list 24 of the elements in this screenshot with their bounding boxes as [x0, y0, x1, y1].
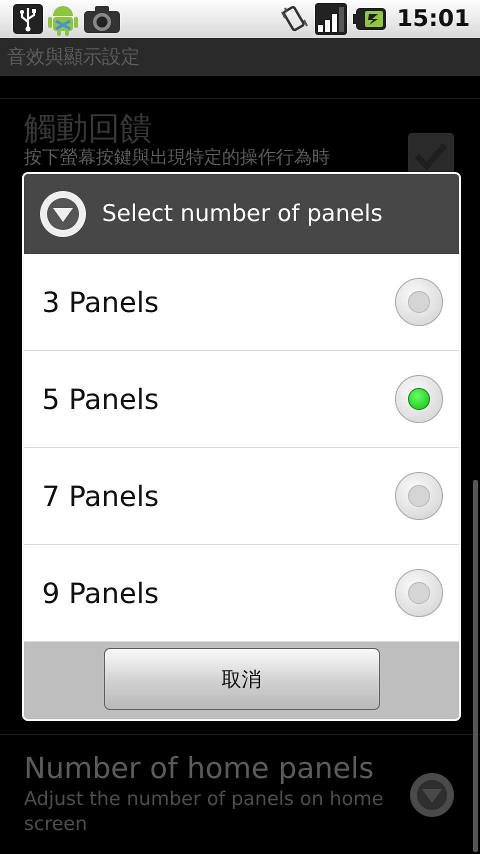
radio-button[interactable] — [395, 569, 443, 617]
camera-icon — [83, 4, 121, 34]
radio-button[interactable] — [395, 375, 443, 423]
usb-icon — [13, 4, 43, 34]
radio-button[interactable] — [395, 472, 443, 520]
panel-option[interactable]: 7 Panels — [24, 448, 459, 545]
option-label: 5 Panels — [42, 382, 159, 416]
clock-time: 15:01 — [396, 6, 470, 32]
option-label: 3 Panels — [42, 286, 159, 318]
option-label: 7 Panels — [42, 480, 159, 512]
dropdown-icon[interactable] — [410, 773, 454, 817]
setting-summary: Adjust the number of panels on home screen — [24, 787, 384, 837]
panel-option[interactable]: 5 Panels — [24, 351, 459, 448]
setting-summary: 按下螢幕按鍵與出現特定的操作行為時 — [24, 147, 330, 169]
option-label: 9 Panels — [42, 576, 159, 610]
dialog-title: Select number of panels — [102, 201, 383, 227]
radio-button[interactable] — [395, 278, 443, 326]
dropdown-icon — [40, 191, 86, 237]
battery-icon — [352, 7, 387, 31]
setting-title: Number of home panels — [24, 750, 375, 787]
cancel-button[interactable]: 取消 — [104, 648, 380, 710]
vibrate-icon — [278, 4, 309, 34]
signal-icon — [314, 3, 347, 35]
panel-option[interactable]: 3 Panels — [24, 254, 459, 351]
